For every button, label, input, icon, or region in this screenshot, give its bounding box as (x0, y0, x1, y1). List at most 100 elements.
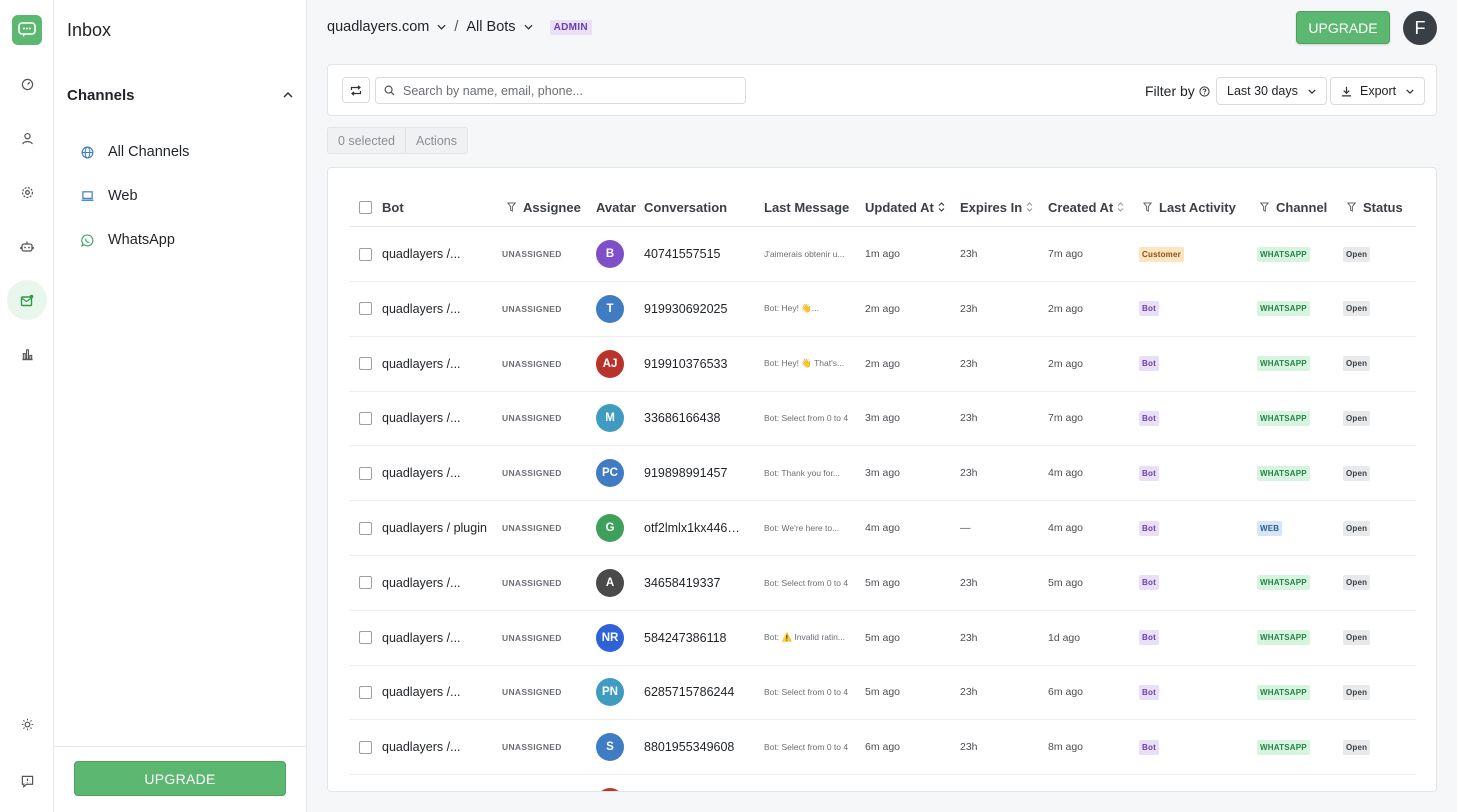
table-row[interactable]: quadlayers /... UNASSIGNED B 40741557515 J'a… (349, 227, 1416, 282)
conversation-id[interactable]: 919930692025 (644, 302, 727, 316)
sidebar-upgrade-button[interactable]: UPGRADE (74, 761, 286, 796)
sidebar-item-label: Web (108, 188, 138, 204)
filter-icon[interactable] (507, 202, 516, 212)
filter-icon[interactable] (1143, 202, 1152, 212)
user-avatar[interactable]: F (1403, 11, 1437, 45)
bot-name: quadlayers /... (382, 740, 461, 755)
conversation-id[interactable]: 34658419337 (644, 576, 720, 590)
dashboard-icon[interactable] (7, 64, 47, 104)
row-checkbox[interactable] (359, 576, 372, 590)
table-row[interactable]: quadlayers /... UNASSIGNED NR 584247386118 B… (349, 611, 1416, 666)
row-checkbox[interactable] (359, 521, 372, 535)
sort-icon[interactable] (1026, 202, 1033, 212)
column-header-last-message: Last Message (764, 199, 850, 215)
column-header-updated-at[interactable]: Updated At (865, 194, 945, 220)
table-row[interactable]: quadlayers /... UNASSIGNED T 919930692025 Bo… (349, 282, 1416, 337)
table-row[interactable]: quadlayers /... UNASSIGNED S 8801955349608 B… (349, 720, 1416, 776)
assignee-label[interactable]: UNASSIGNED (502, 249, 562, 259)
column-label: Updated At (865, 199, 934, 215)
column-header-last-activity[interactable]: Last Activity (1143, 194, 1236, 220)
sort-icon[interactable] (1117, 202, 1124, 212)
bot-selector[interactable]: All Bots (466, 19, 533, 35)
assignee-label[interactable]: UNASSIGNED (502, 523, 562, 533)
sort-icon[interactable] (938, 202, 945, 212)
filter-icon[interactable] (1347, 202, 1356, 212)
bot-selector-label: All Bots (466, 19, 516, 35)
row-checkbox[interactable] (359, 685, 372, 699)
table-row[interactable]: quadlayers /... UNASSIGNED M 33686166438 Bot… (349, 391, 1416, 447)
status-badge: Open (1343, 301, 1371, 317)
expires-in: 23h (960, 741, 978, 754)
avatar: S (596, 733, 624, 762)
search-input[interactable] (403, 83, 733, 98)
bot-icon[interactable] (7, 226, 47, 266)
row-checkbox[interactable] (359, 247, 372, 261)
export-dropdown[interactable]: Export (1330, 77, 1426, 105)
row-checkbox[interactable] (359, 411, 372, 425)
table-row[interactable]: quadlayers /... UNASSIGNED AJ 919910376533 B… (349, 337, 1416, 392)
refresh-button[interactable] (342, 77, 370, 103)
column-header-status[interactable]: Status (1347, 194, 1403, 220)
theme-toggle-icon[interactable] (7, 704, 47, 744)
column-header-expires-in[interactable]: Expires In (960, 194, 1033, 220)
column-header-channel[interactable]: Channel (1260, 194, 1327, 220)
created-at: 4m ago (1048, 522, 1084, 534)
conversations-table: Bot Assignee Avatar Conversation Last Me… (327, 167, 1437, 792)
table-row[interactable]: quadlayers /... UNASSIGNED PN 6285715786244… (349, 665, 1416, 721)
conversation-id[interactable]: 919898991457 (644, 466, 727, 480)
assignee-label[interactable]: UNASSIGNED (502, 413, 562, 423)
last-activity-badge: Customer (1139, 246, 1184, 262)
assignee-label[interactable]: UNASSIGNED (502, 742, 562, 752)
feedback-icon[interactable] (7, 761, 47, 801)
filter-icon[interactable] (1260, 202, 1269, 212)
row-checkbox[interactable] (359, 357, 372, 371)
sidebar-item-all-channels[interactable]: All Channels (80, 141, 189, 163)
conversation-id[interactable]: 8801955349608 (644, 740, 734, 754)
last-activity-badge: Bot (1139, 575, 1159, 591)
channel-badge: WHATSAPP (1257, 410, 1310, 426)
conversation-id[interactable]: otf2lmlx1kx446v... (644, 521, 742, 535)
row-checkbox[interactable] (359, 631, 372, 645)
inbox-icon[interactable] (7, 280, 47, 320)
column-header-created-at[interactable]: Created At (1048, 194, 1124, 220)
upgrade-button[interactable]: UPGRADE (1296, 11, 1390, 44)
row-checkbox[interactable] (359, 466, 372, 480)
conversation-id[interactable]: 33686166438 (644, 411, 720, 425)
help-icon[interactable] (1199, 85, 1210, 97)
app-logo-icon[interactable] (12, 15, 42, 45)
table-row[interactable]: quadlayers / plugin UNASSIGNED Gotf2lmlx1k… (349, 501, 1416, 556)
status-badge: Open (1343, 575, 1371, 591)
date-range-dropdown[interactable]: Last 30 days (1216, 77, 1327, 105)
column-header-bot[interactable]: Bot (382, 194, 404, 220)
conversation-id[interactable]: 40741557515 (644, 247, 720, 261)
channels-section-toggle[interactable]: Channels (67, 86, 293, 104)
table-row[interactable]: quadlayers /... UNASSIGNED A 34658419337 Bot… (349, 556, 1416, 611)
assignee-label[interactable]: UNASSIGNED (502, 468, 562, 478)
assignee-label[interactable]: UNASSIGNED (502, 633, 562, 643)
conversation-id[interactable]: 919910376533 (644, 357, 727, 371)
select-all-checkbox[interactable] (359, 194, 372, 220)
row-checkbox[interactable] (359, 740, 372, 754)
conversation-id[interactable]: 6285715786244 (644, 685, 734, 699)
updated-at: 1m ago (865, 248, 901, 260)
column-header-assignee[interactable]: Assignee (507, 194, 581, 220)
column-label: Created At (1048, 199, 1114, 215)
row-checkbox[interactable] (359, 302, 372, 316)
bot-name: quadlayers /... (382, 411, 461, 426)
assignee-label[interactable]: UNASSIGNED (502, 687, 562, 697)
assignee-label[interactable]: UNASSIGNED (502, 578, 562, 588)
contacts-icon[interactable] (7, 118, 47, 158)
icon-rail (0, 0, 54, 812)
settings-icon[interactable] (7, 172, 47, 212)
conversation-id[interactable]: 584247386118 (644, 631, 727, 645)
bot-name: quadlayers /... (382, 466, 461, 481)
table-row[interactable]: quadlayers /... UNASSIGNED PC 919898991457 B… (349, 446, 1416, 502)
workspace-selector[interactable]: quadlayers.com (327, 19, 446, 35)
sidebar-item-whatsapp[interactable]: WhatsApp (80, 229, 175, 251)
assignee-label[interactable]: UNASSIGNED (502, 359, 562, 369)
chevron-down-icon (1308, 88, 1316, 94)
analytics-icon[interactable] (7, 334, 47, 374)
sidebar-item-web[interactable]: Web (80, 185, 138, 207)
assignee-label[interactable]: UNASSIGNED (502, 304, 562, 314)
actions-button[interactable]: Actions (404, 128, 467, 153)
